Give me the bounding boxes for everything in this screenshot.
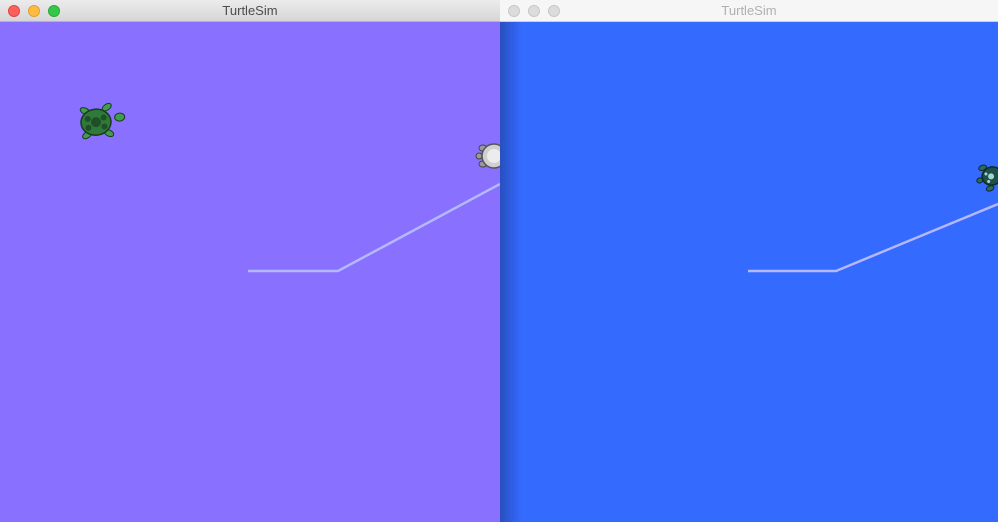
title-bar[interactable]: TurtleSim (0, 0, 500, 22)
window-title: TurtleSim (721, 3, 777, 18)
turtlesim-window-left[interactable]: TurtleSim (0, 0, 500, 522)
title-bar[interactable]: TurtleSim (500, 0, 998, 22)
window-title: TurtleSim (222, 3, 278, 18)
gray-turtle-icon (475, 143, 500, 169)
pen-trail (748, 202, 998, 273)
teal-turtle-icon (976, 164, 998, 192)
turtlesim-window-right[interactable]: TurtleSim (500, 0, 998, 522)
turtle-canvas (500, 22, 998, 522)
turtle-canvas (0, 22, 500, 522)
green-turtle-icon (79, 102, 126, 140)
pen-trail (248, 182, 500, 273)
